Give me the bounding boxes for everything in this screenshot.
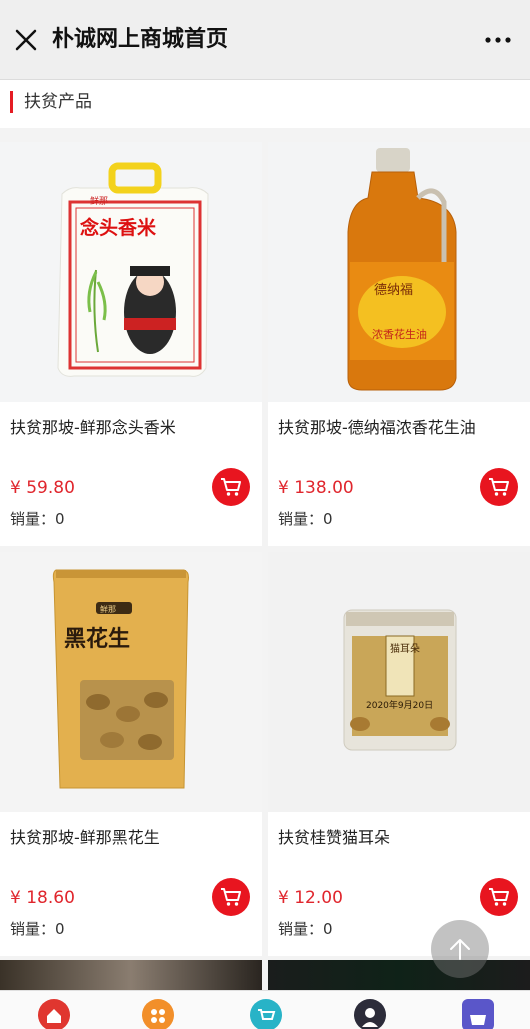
product-image-oil[interactable]: 德纳福 浓香花生油	[268, 142, 530, 402]
add-to-cart-button[interactable]	[212, 878, 250, 916]
peanut-title: 黑花生	[64, 626, 130, 652]
product-sales: 销量：0	[10, 510, 65, 528]
cookie-title: 猫耳朵	[390, 642, 420, 655]
product-image-cookie[interactable]: 猫耳朵 2020年9月20日	[268, 552, 530, 812]
product-name[interactable]: 扶贫桂赞猫耳朵	[278, 826, 522, 850]
product-price: ¥ 18.60	[10, 888, 75, 908]
product-price: ¥ 138.00	[278, 478, 354, 498]
rice-title: 念头香米	[79, 216, 157, 239]
category-icon[interactable]	[142, 999, 174, 1029]
cart-icon	[489, 478, 509, 496]
product-sales: 销量：0	[278, 510, 333, 528]
user-icon[interactable]	[354, 999, 386, 1029]
product-card[interactable]: 鲜那 黑花生 扶贫那坡-鲜那黑花生 ¥ 18.60 销量：0	[0, 552, 262, 956]
cart-icon	[221, 888, 241, 906]
page-title: 朴诚网上商城首页	[52, 27, 229, 52]
home-icon[interactable]	[38, 999, 70, 1029]
product-sales: 销量：0	[10, 920, 65, 938]
bottom-tab-bar	[0, 990, 530, 1029]
more-icon[interactable]	[480, 24, 516, 56]
oil-title: 浓香花生油	[372, 327, 427, 341]
close-icon[interactable]	[10, 24, 42, 56]
cart-icon	[221, 478, 241, 496]
arrow-up-icon	[450, 939, 470, 960]
top-bar: 朴诚网上商城首页	[0, 0, 530, 80]
oil-brand: 德纳福	[374, 283, 413, 298]
product-image-rice[interactable]: 鲜那 念头香米	[0, 142, 262, 402]
cart-icon[interactable]	[250, 999, 282, 1029]
product-card[interactable]: 德纳福 浓香花生油 扶贫那坡-德纳福浓香花生油 ¥ 138.00 销量：0	[268, 142, 530, 546]
product-price: ¥ 59.80	[10, 478, 75, 498]
product-card[interactable]: 鲜那 念头香米 扶贫那坡-鲜那念头香米 ¥ 59.80 销量：0	[0, 142, 262, 546]
rice-brand: 鲜那	[90, 195, 108, 207]
section-accent-bar	[10, 91, 13, 113]
product-name[interactable]: 扶贫那坡-鲜那念头香米	[10, 416, 254, 440]
product-name[interactable]: 扶贫那坡-鲜那黑花生	[10, 826, 254, 850]
product-image-partial[interactable]	[268, 960, 530, 990]
add-to-cart-button[interactable]	[480, 468, 518, 506]
scroll-to-top-button[interactable]	[431, 920, 489, 978]
peanut-brand: 鲜那	[100, 604, 116, 614]
product-image-peanut[interactable]: 鲜那 黑花生	[0, 552, 262, 812]
section-title: 扶贫产品	[24, 92, 92, 112]
product-name[interactable]: 扶贫那坡-德纳福浓香花生油	[278, 416, 522, 440]
product-price: ¥ 12.00	[278, 888, 343, 908]
product-sales: 销量：0	[278, 920, 333, 938]
add-to-cart-button[interactable]	[480, 878, 518, 916]
basket-icon[interactable]	[462, 999, 494, 1029]
product-card[interactable]: 猫耳朵 2020年9月20日 扶贫桂赞猫耳朵 ¥ 12.00 销量：0	[268, 552, 530, 956]
add-to-cart-button[interactable]	[212, 468, 250, 506]
cookie-date: 2020年9月20日	[366, 699, 433, 711]
cart-icon	[489, 888, 509, 906]
product-image-partial[interactable]	[0, 960, 262, 990]
section-header: 扶贫产品	[0, 80, 530, 128]
